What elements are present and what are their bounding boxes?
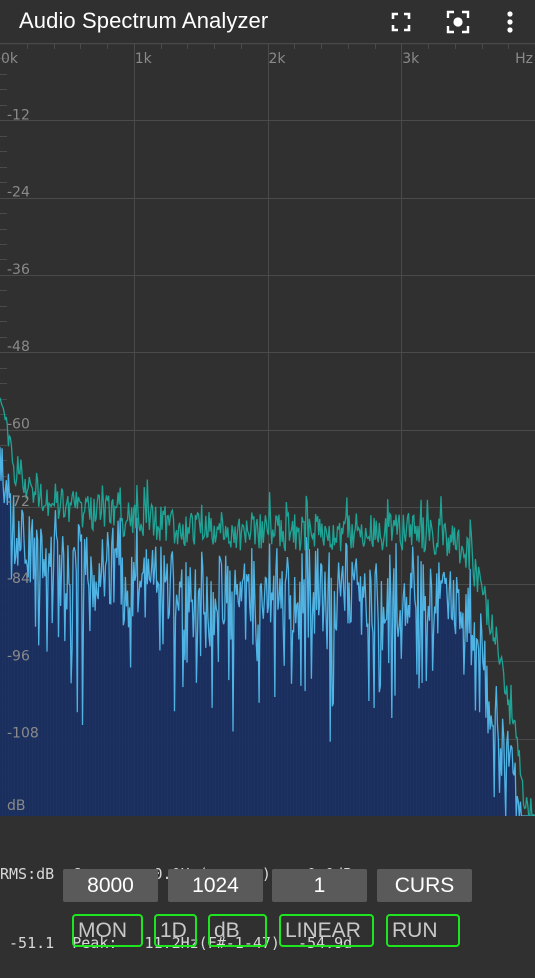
center-focus-button[interactable] xyxy=(444,8,472,36)
view-toggle[interactable]: 1D xyxy=(154,914,197,947)
sample-rate-button[interactable]: 8000 xyxy=(63,869,158,902)
app-bar: Audio Spectrum Analyzer xyxy=(0,0,535,43)
x-tick-label: 0k xyxy=(1,51,19,67)
fft-size-button[interactable]: 1024 xyxy=(168,869,263,902)
y-tick-label: -48 xyxy=(7,339,30,355)
y-tick-label: -24 xyxy=(7,185,30,201)
y-tick-label: -12 xyxy=(7,107,30,123)
x-tick-label: 3k xyxy=(402,51,420,67)
spectrum xyxy=(0,397,535,816)
y-tick-label: -96 xyxy=(7,648,30,664)
center-focus-icon xyxy=(446,10,470,34)
more-options-button[interactable] xyxy=(496,8,524,36)
monitor-toggle[interactable]: MON xyxy=(72,914,143,947)
scale-toggle[interactable]: dB xyxy=(208,914,267,947)
fullscreen-button[interactable] xyxy=(387,8,415,36)
fullscreen-icon xyxy=(391,12,411,32)
cursor-mode-button[interactable]: CURS xyxy=(377,869,472,902)
freq-scale-toggle[interactable]: LINEAR xyxy=(279,914,374,947)
x-tick-label: 2k xyxy=(269,51,287,67)
y-axis-unit: dB xyxy=(7,798,26,814)
spectrum-plot[interactable]: 0k 1k 2k 3k Hz -12 -24 -36 -48 -60 -72 -84 -96 -108 dB xyxy=(0,43,535,816)
spectrum-canvas[interactable]: 0k 1k 2k 3k Hz -12 -24 -36 -48 -60 -72 -84 -96 -108 dB xyxy=(0,43,535,816)
y-tick-label: -72 xyxy=(7,494,30,510)
y-tick-label: -60 xyxy=(7,417,30,433)
x-tick-label: 1k xyxy=(135,51,153,67)
y-tick-label: -84 xyxy=(7,571,30,587)
y-tick-label: -36 xyxy=(7,262,30,278)
more-vert-icon xyxy=(507,11,513,33)
y-tick-label: -108 xyxy=(7,726,39,742)
run-toggle[interactable]: RUN xyxy=(386,914,460,947)
x-axis-unit: Hz xyxy=(515,51,533,67)
averaging-button[interactable]: 1 xyxy=(272,869,367,902)
app-title: Audio Spectrum Analyzer xyxy=(19,8,269,33)
